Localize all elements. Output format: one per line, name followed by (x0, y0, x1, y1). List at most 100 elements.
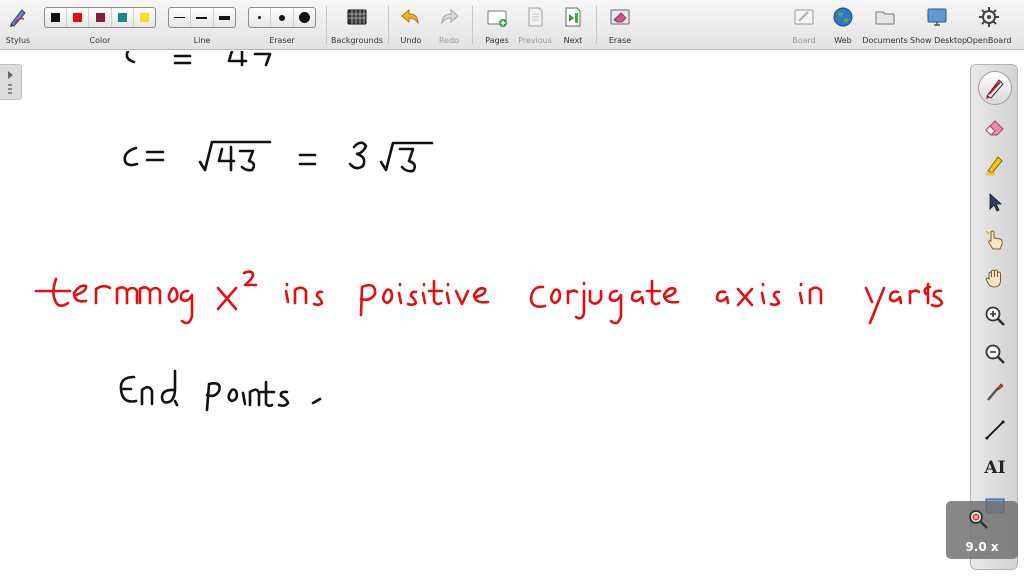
zoom-in-icon (985, 306, 1005, 326)
backgrounds-button[interactable]: Backgrounds (330, 0, 384, 50)
line-thick-option[interactable] (214, 8, 235, 27)
erase-label: Erase (608, 36, 632, 45)
line-width-selector (168, 7, 236, 28)
web-button[interactable]: Web (826, 0, 860, 50)
redo-arrow-icon (441, 8, 459, 25)
eraser-tool[interactable] (978, 109, 1012, 143)
stylus-label: Stylus (5, 36, 31, 45)
selector-tool[interactable] (978, 185, 1012, 219)
pages-button[interactable]: Pages (480, 0, 514, 50)
eraser-small-icon (258, 16, 262, 19)
eraser-group: Eraser (248, 0, 316, 50)
previous-page-icon (528, 7, 543, 27)
handwriting-layer (34, 49, 944, 412)
laser-pointer-icon (987, 383, 1004, 401)
folder-icon (875, 11, 895, 25)
swatch-maroon (95, 13, 105, 22)
stylus-button[interactable]: Stylus (0, 0, 36, 50)
documents-label: Documents (862, 36, 908, 45)
desktop-monitor-icon (927, 8, 947, 26)
text-tool[interactable]: AI (978, 451, 1012, 485)
laser-pointer-tool[interactable] (978, 375, 1012, 409)
toolbar-divider (326, 6, 327, 44)
erase-board-icon (610, 9, 630, 25)
whiteboard-canvas[interactable] (0, 49, 970, 576)
pointing-hand-icon (985, 230, 1003, 250)
eraser-large-option[interactable] (294, 8, 315, 27)
zoom-indicator: 9.0 x (946, 501, 1018, 559)
interact-tool[interactable] (978, 223, 1012, 257)
toolbar-divider (596, 6, 597, 44)
color-selector (44, 7, 156, 28)
globe-icon (833, 7, 853, 27)
color-swatch-red[interactable] (67, 8, 90, 27)
line-thin-option[interactable] (169, 8, 192, 27)
openboard-window: Stylus Color Line Eraser Backgrounds Und… (0, 0, 1024, 576)
gear-icon (979, 7, 999, 27)
zoom-level-label: 9.0 x (965, 540, 999, 554)
main-toolbar: Stylus Color Line Eraser Backgrounds Und… (0, 0, 1024, 50)
line-tool[interactable] (978, 413, 1012, 447)
swatch-red (73, 13, 83, 22)
line-medium-option[interactable] (191, 8, 214, 27)
pen-tool[interactable] (978, 71, 1012, 105)
documents-button[interactable]: Documents (862, 0, 908, 50)
backgrounds-label: Backgrounds (331, 36, 383, 45)
zoom-out-icon (985, 344, 1005, 364)
eraser-icon (985, 120, 1004, 136)
color-group: Color (44, 0, 156, 50)
handwriting-line-2 (123, 140, 434, 173)
openboard-label: OpenBoard (966, 36, 1012, 45)
line-thin-icon (174, 17, 186, 18)
color-swatch-maroon[interactable] (89, 8, 112, 27)
redo-label: Redo (438, 36, 460, 45)
tool-palette: AI (970, 64, 1018, 570)
board-label: Board (792, 36, 816, 45)
line-thick-icon (218, 15, 230, 20)
zoom-out-tool[interactable] (978, 337, 1012, 371)
next-page-button[interactable]: Next (556, 0, 590, 50)
show-desktop-button[interactable]: Show Desktop (910, 0, 968, 50)
color-swatch-yellow[interactable] (134, 8, 155, 27)
line-group: Line (168, 0, 236, 50)
color-swatch-black[interactable] (45, 8, 68, 27)
swatch-black (51, 13, 61, 22)
previous-page-button[interactable]: Previous (516, 0, 554, 50)
handwriting-line-1 (125, 49, 272, 67)
line-label: Line (193, 36, 211, 45)
openboard-menu-button[interactable]: OpenBoard (966, 0, 1012, 50)
undo-arrow-icon (401, 8, 419, 25)
hand-icon (985, 269, 1001, 288)
show-desktop-label: Show Desktop (910, 36, 968, 45)
undo-button[interactable]: Undo (394, 0, 428, 50)
highlighter-icon (986, 156, 1003, 176)
redo-button[interactable]: Redo (432, 0, 466, 50)
zoom-magnifier-icon (969, 510, 988, 529)
board-button[interactable]: Board (786, 0, 822, 50)
line-medium-icon (196, 16, 208, 19)
toolbar-divider (472, 6, 473, 44)
web-label: Web (834, 36, 852, 45)
board-icon (794, 9, 814, 25)
zoom-in-tool[interactable] (978, 299, 1012, 333)
handwriting-line-3 (34, 270, 944, 325)
handwriting-line-4 (119, 369, 322, 412)
color-label: Color (89, 36, 111, 45)
eraser-label: Eraser (269, 36, 295, 45)
eraser-small-option[interactable] (249, 8, 272, 27)
swatch-yellow (139, 13, 149, 22)
previous-label: Previous (518, 36, 552, 45)
eraser-size-selector (248, 7, 316, 28)
highlighter-tool[interactable] (978, 147, 1012, 181)
hand-tool[interactable] (978, 261, 1012, 295)
color-swatch-teal[interactable] (112, 8, 134, 27)
add-page-icon (487, 10, 507, 27)
eraser-medium-option[interactable] (271, 8, 294, 27)
eraser-medium-icon (278, 14, 285, 21)
line-icon (985, 420, 1005, 440)
next-label: Next (563, 36, 583, 45)
undo-label: Undo (400, 36, 422, 45)
toolbar-divider (388, 6, 389, 44)
backgrounds-grid-icon (347, 9, 367, 25)
erase-button[interactable]: Erase (602, 0, 638, 50)
